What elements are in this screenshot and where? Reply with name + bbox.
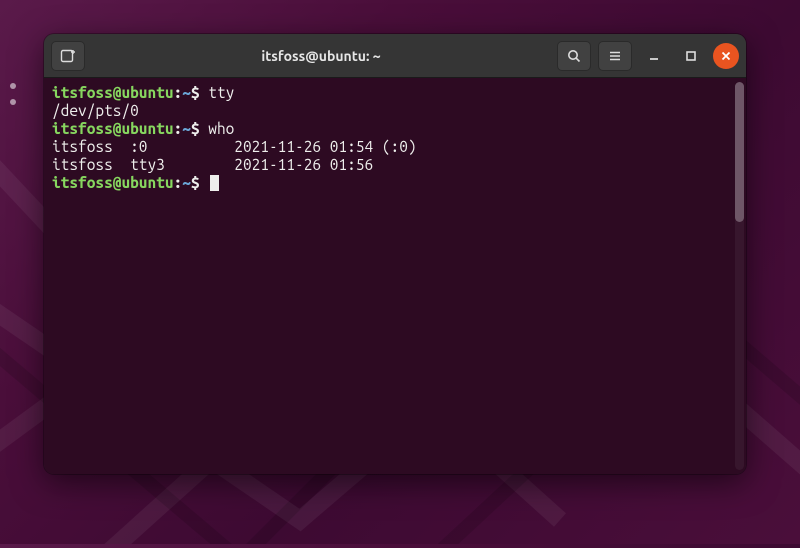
- minimize-button[interactable]: [639, 41, 669, 71]
- prompt-line: itsfoss@ubuntu:~$: [52, 174, 738, 192]
- menu-button[interactable]: [598, 41, 632, 71]
- close-button[interactable]: [713, 43, 739, 69]
- new-tab-button[interactable]: [51, 41, 85, 71]
- minimize-icon: [647, 49, 661, 63]
- output-line: /dev/pts/0: [52, 102, 738, 120]
- maximize-icon: [684, 49, 698, 63]
- cursor: [210, 175, 219, 191]
- prompt-line: itsfoss@ubuntu:~$ tty: [52, 84, 738, 102]
- close-icon: [720, 50, 732, 62]
- search-button[interactable]: [557, 41, 591, 71]
- terminal-body[interactable]: itsfoss@ubuntu:~$ tty /dev/pts/0 itsfoss…: [44, 78, 746, 474]
- command-text: who: [208, 120, 234, 137]
- search-icon: [566, 48, 582, 64]
- output-line: itsfoss :0 2021-11-26 01:54 (:0): [52, 138, 738, 156]
- prompt-user-host: itsfoss@ubuntu: [52, 84, 174, 101]
- scrollbar-thumb[interactable]: [735, 82, 744, 222]
- titlebar: itsfoss@ubuntu: ~: [44, 34, 746, 78]
- hamburger-icon: [607, 48, 623, 64]
- who-output: itsfoss :0 2021-11-26 01:54 (:0)itsfoss …: [52, 138, 738, 174]
- terminal-window: itsfoss@ubuntu: ~: [44, 34, 746, 474]
- command-text: tty: [208, 84, 234, 101]
- prompt-line: itsfoss@ubuntu:~$ who: [52, 120, 738, 138]
- decorative-dots: [10, 83, 16, 105]
- maximize-button[interactable]: [676, 41, 706, 71]
- window-title: itsfoss@ubuntu: ~: [91, 48, 551, 64]
- output-line: itsfoss tty3 2021-11-26 01:56: [52, 156, 738, 174]
